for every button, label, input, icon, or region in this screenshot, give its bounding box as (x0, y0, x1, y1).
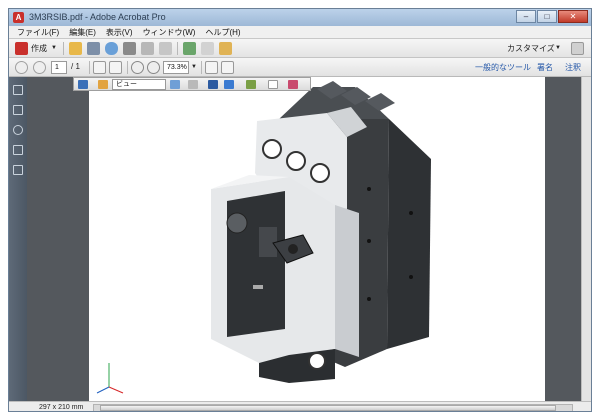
home-view-icon[interactable] (98, 80, 108, 89)
render-mode-icon[interactable] (224, 80, 234, 89)
menu-edit[interactable]: 編集(E) (69, 27, 96, 38)
mounting-hole (367, 187, 371, 191)
close-button[interactable]: ✕ (558, 10, 588, 23)
menu-bar: ファイル(F) 編集(E) 表示(V) ウィンドウ(W) ヘルプ(H) (9, 26, 591, 39)
cloud-upload-icon[interactable] (105, 42, 118, 55)
combine-files-icon[interactable] (183, 42, 196, 55)
print-icon[interactable] (123, 42, 136, 55)
animation-play-icon[interactable] (188, 80, 198, 89)
expand-icon[interactable] (571, 42, 584, 55)
acrobat-window: A 3M3RSIB.pdf - Adobe Acrobat Pro – □ ✕ … (8, 8, 592, 412)
menu-file[interactable]: ファイル(F) (17, 27, 59, 38)
customize-dropdown-icon[interactable]: ▼ (555, 45, 561, 51)
edit-icon[interactable] (141, 42, 154, 55)
main-toolbar: 作成 ▼ カスタマイズ ▼ (9, 39, 591, 58)
reset-slot (253, 285, 263, 289)
attachments-icon[interactable] (13, 125, 23, 135)
toolbar-separator (201, 61, 202, 74)
lighting-icon[interactable] (246, 80, 256, 89)
model-tree-toggle-icon[interactable] (170, 80, 180, 89)
cross-section-icon[interactable] (288, 80, 298, 89)
background-color-icon[interactable] (268, 80, 278, 89)
sign-pane-link[interactable]: 署名 (537, 62, 553, 73)
mounting-hole (409, 211, 413, 215)
save-icon[interactable] (87, 42, 100, 55)
status-bar: 297 x 210 mm (9, 401, 591, 411)
side-panel-edge (335, 205, 359, 357)
pdf-page (89, 77, 545, 401)
navigation-toolbar: 1 / 1 73.3% ▼ 一般的なツール 署名 注釈 (9, 58, 591, 77)
fit-page-icon[interactable] (221, 61, 234, 74)
comment-pane-link[interactable]: 注釈 (565, 62, 581, 73)
mounting-hole (409, 275, 413, 279)
navigation-pane (9, 77, 27, 401)
customize-menu[interactable]: カスタマイズ (507, 43, 555, 54)
select-cursor-icon[interactable] (93, 61, 106, 74)
horizontal-scrollbar[interactable] (93, 404, 573, 411)
title-bar: A 3M3RSIB.pdf - Adobe Acrobat Pro – □ ✕ (9, 9, 591, 26)
window-controls: – □ ✕ (515, 10, 588, 23)
page-thumbnails-icon[interactable] (13, 85, 23, 95)
toolbar-separator (177, 42, 178, 55)
open-folder-icon[interactable] (69, 42, 82, 55)
export-icon[interactable] (219, 42, 232, 55)
page-total: / 1 (71, 62, 80, 71)
email-icon[interactable] (159, 42, 172, 55)
create-dropdown-icon[interactable]: ▼ (51, 45, 57, 51)
next-page-icon[interactable] (33, 61, 46, 74)
projection-icon[interactable] (208, 80, 218, 89)
menu-window[interactable]: ウィンドウ(W) (143, 27, 196, 38)
document-area (27, 77, 591, 401)
fit-width-icon[interactable] (205, 61, 218, 74)
horizontal-scroll-thumb[interactable] (100, 405, 556, 411)
3d-model-circuit-breaker[interactable] (89, 77, 545, 401)
zoom-in-icon[interactable] (147, 61, 160, 74)
previous-page-icon[interactable] (15, 61, 28, 74)
minimize-button[interactable]: – (516, 10, 536, 23)
view-select[interactable]: ビュー (112, 79, 166, 90)
menu-help[interactable]: ヘルプ(H) (205, 27, 240, 38)
acrobat-app-icon: A (13, 12, 24, 23)
rotary-knob-icon (226, 212, 248, 234)
create-pdf-icon[interactable] (15, 42, 28, 55)
terminal-screw-2 (286, 151, 306, 171)
model-tree-icon[interactable] (13, 165, 23, 175)
toolbar-separator (127, 61, 128, 74)
zoom-dropdown-icon[interactable]: ▼ (191, 64, 197, 70)
housing-right-face (387, 119, 431, 349)
copy-icon[interactable] (201, 42, 214, 55)
terminal-screw-1 (262, 139, 282, 159)
hand-tool-icon[interactable] (109, 61, 122, 74)
create-button[interactable]: 作成 (31, 43, 47, 54)
rotate-3d-icon[interactable] (78, 80, 88, 89)
bottom-terminal-screw (308, 352, 326, 370)
toolbar-separator (63, 42, 64, 55)
toolbar-separator (89, 61, 90, 74)
handle-pivot (288, 244, 298, 254)
terminal-screw-3 (310, 163, 330, 183)
mounting-hole (367, 239, 371, 243)
axis-triad-icon (96, 363, 124, 394)
zoom-out-icon[interactable] (131, 61, 144, 74)
bookmarks-icon[interactable] (13, 105, 23, 115)
mounting-hole (367, 297, 371, 301)
window-title: 3M3RSIB.pdf - Adobe Acrobat Pro (29, 12, 166, 22)
signatures-icon[interactable] (13, 145, 23, 155)
vertical-scrollbar[interactable] (581, 77, 591, 401)
label-window (259, 227, 277, 257)
tools-pane-link[interactable]: 一般的なツール (475, 62, 531, 73)
page-size-label: 297 x 210 mm (39, 404, 84, 411)
page-number-input[interactable]: 1 (51, 61, 67, 74)
menu-view[interactable]: 表示(V) (106, 27, 133, 38)
maximize-button[interactable]: □ (537, 10, 557, 23)
3d-toolbar: ビュー (73, 77, 311, 91)
zoom-level-field[interactable]: 73.3% (163, 61, 189, 74)
